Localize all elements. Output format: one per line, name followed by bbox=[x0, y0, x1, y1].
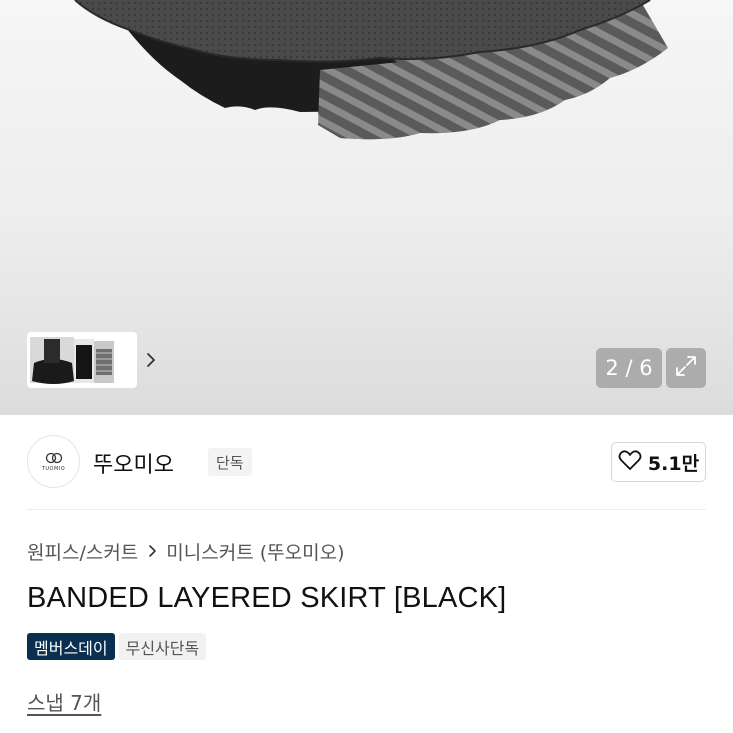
musinsa-exclusive-badge: 무신사단독 bbox=[118, 633, 207, 660]
members-day-badge: 멤버스데이 bbox=[27, 633, 115, 660]
image-counter: 2 / 6 bbox=[596, 348, 662, 388]
thumbnail-images[interactable] bbox=[30, 335, 114, 385]
expand-button[interactable] bbox=[666, 348, 706, 388]
brand-row: TUOMIO 뚜오미오 단독 5.1만 bbox=[27, 435, 706, 489]
brand-name[interactable]: 뚜오미오 bbox=[93, 447, 174, 479]
product-image-gallery[interactable]: 2 / 6 bbox=[0, 0, 733, 415]
breadcrumb-subcategory[interactable]: 미니스커트 (뚜오미오) bbox=[166, 538, 344, 565]
expand-icon bbox=[673, 353, 699, 383]
chevron-right-icon bbox=[146, 544, 158, 558]
chevron-right-icon[interactable] bbox=[141, 350, 161, 370]
like-button[interactable]: 5.1만 bbox=[611, 442, 706, 482]
heart-icon bbox=[618, 449, 642, 475]
exclusive-tag: 단독 bbox=[208, 448, 252, 476]
thumbnail-strip[interactable] bbox=[27, 332, 155, 388]
like-count: 5.1만 bbox=[647, 452, 700, 475]
product-title: BANDED LAYERED SKIRT [BLACK] bbox=[27, 582, 507, 614]
divider bbox=[27, 509, 706, 510]
badge-row: 멤버스데이 무신사단독 bbox=[27, 633, 207, 660]
brand-logo[interactable]: TUOMIO bbox=[27, 435, 80, 488]
brand-logo-mark bbox=[45, 452, 62, 463]
snap-link[interactable]: 스냅 7개 bbox=[27, 687, 101, 716]
brand-logo-text: TUOMIO bbox=[41, 465, 66, 472]
breadcrumb-category[interactable]: 원피스/스커트 bbox=[27, 538, 138, 565]
breadcrumb: 원피스/스커트 미니스커트 (뚜오미오) bbox=[27, 537, 344, 565]
